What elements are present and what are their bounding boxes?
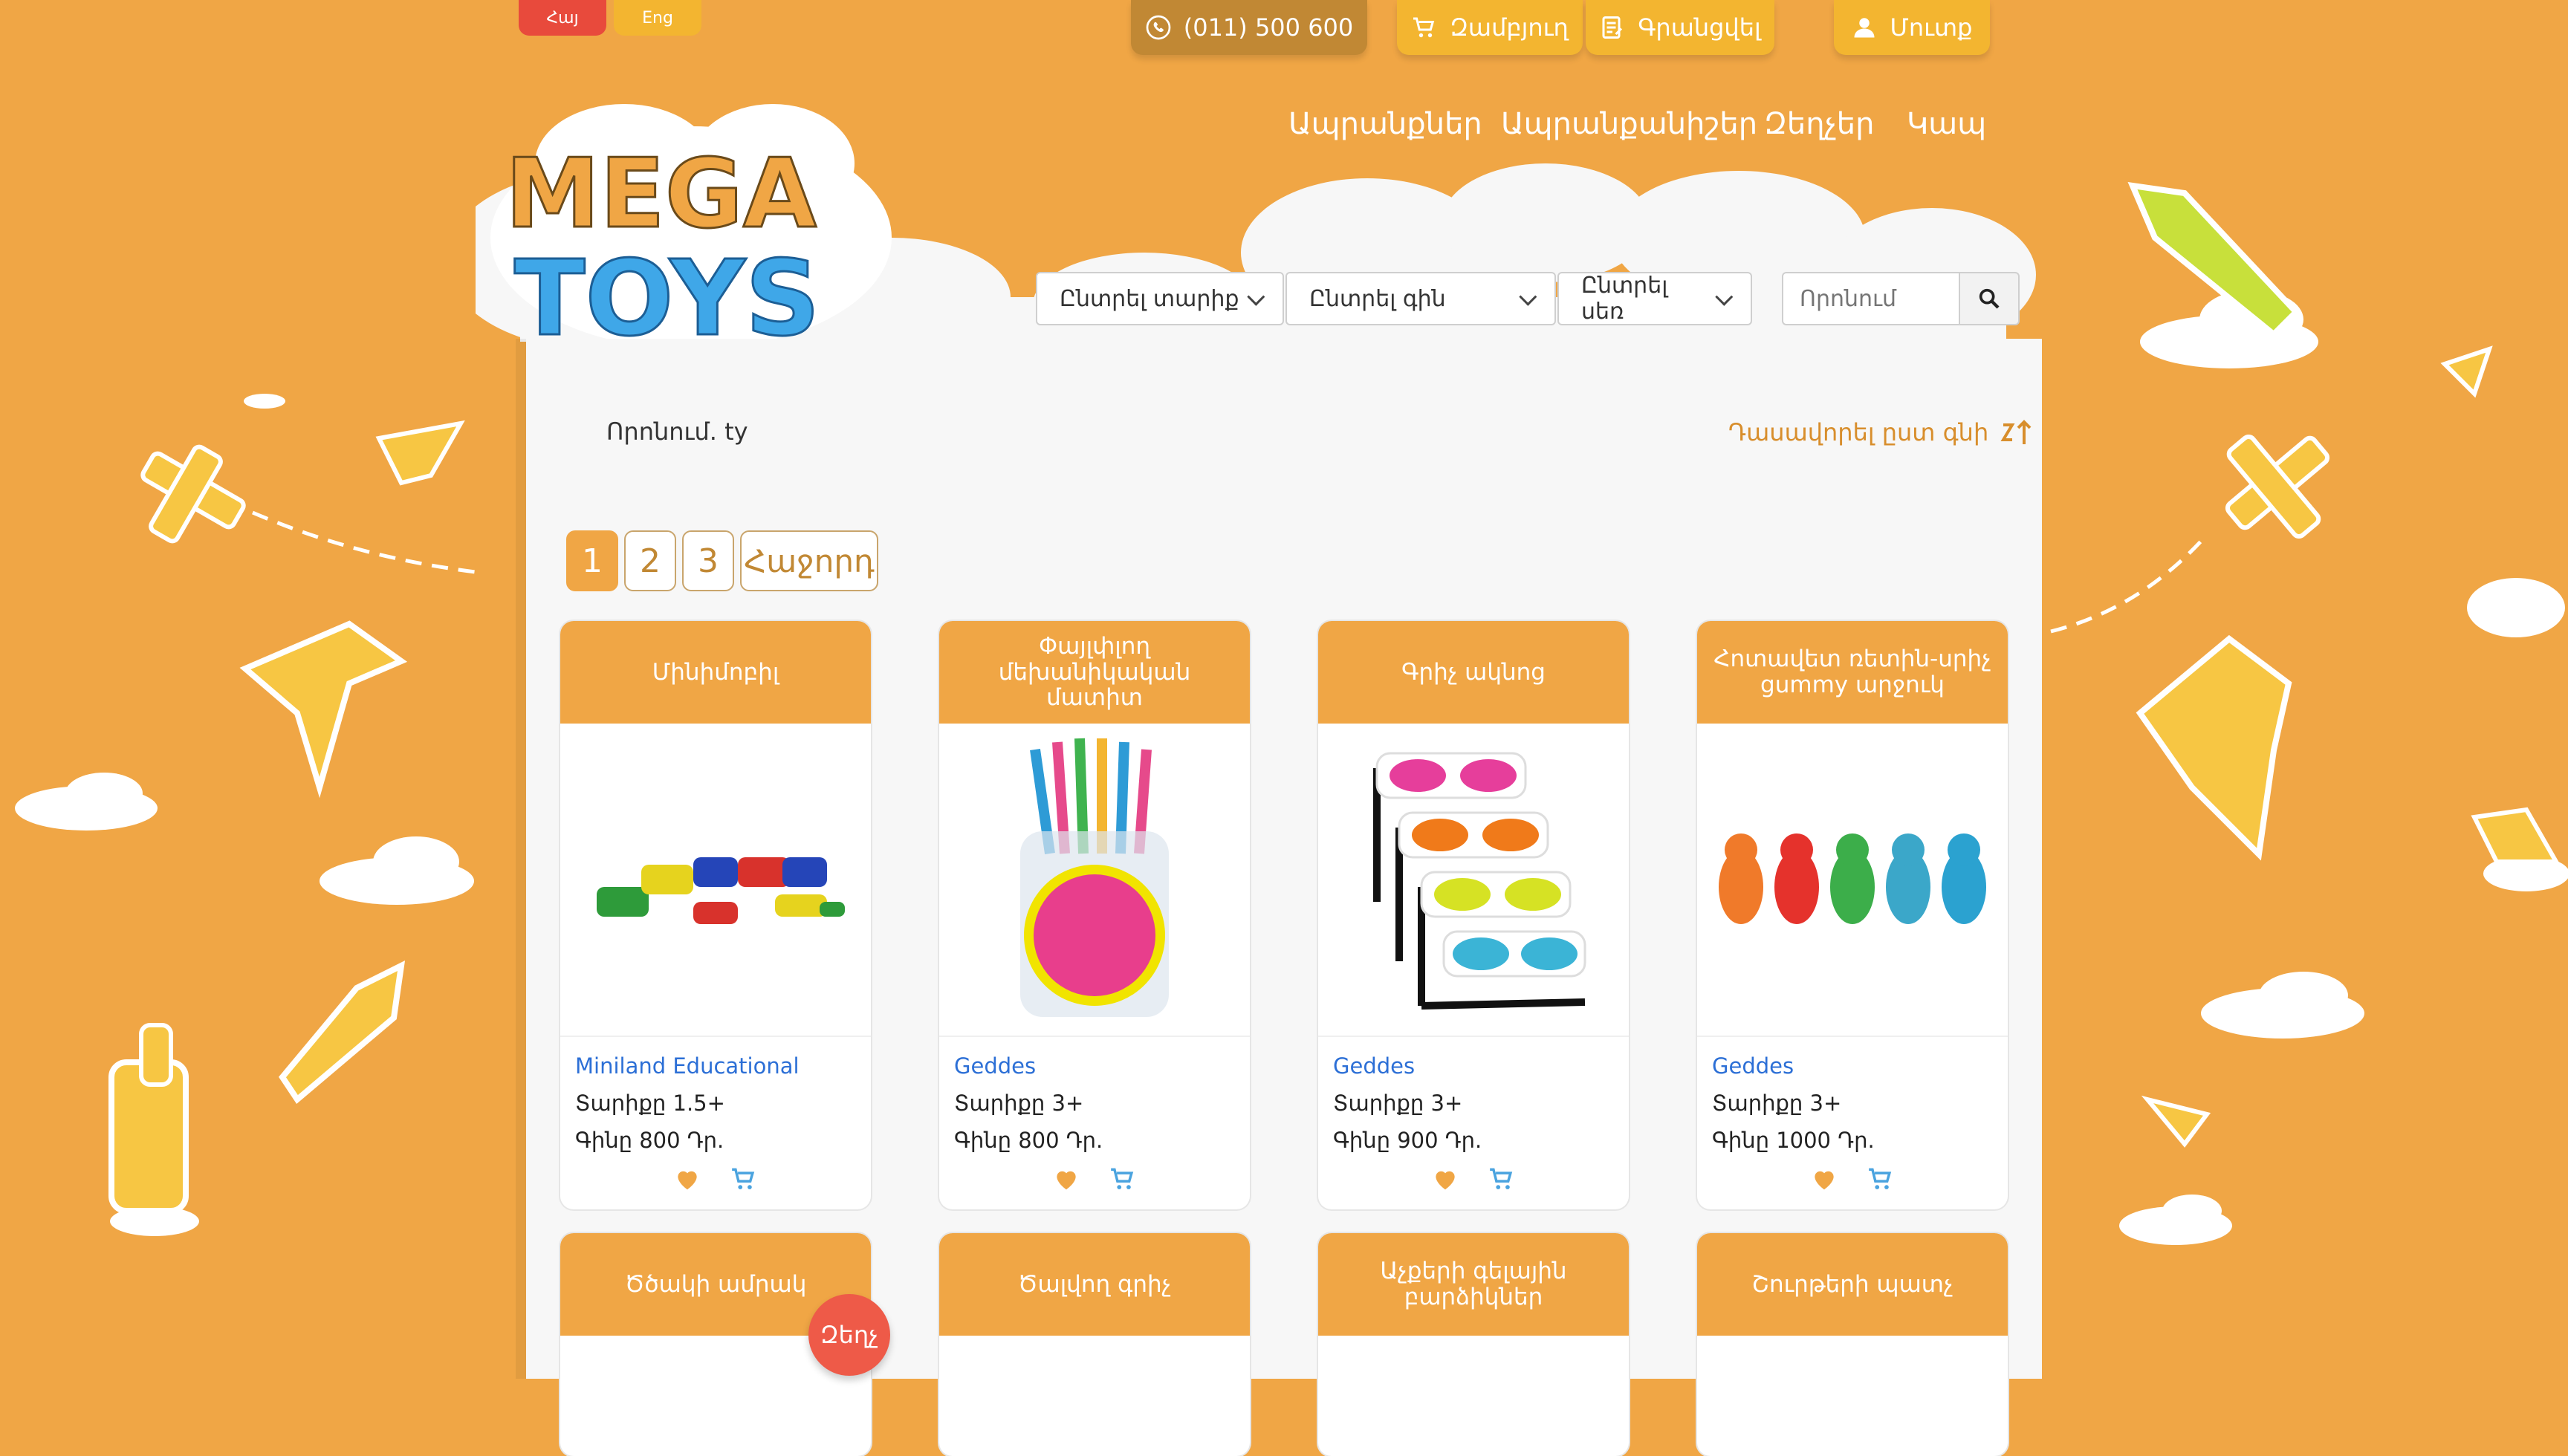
product-image-pencils[interactable] xyxy=(939,724,1250,1037)
heart-icon[interactable] xyxy=(1431,1165,1459,1193)
add-to-cart-icon[interactable] xyxy=(1867,1165,1895,1193)
phone-button[interactable]: (011) 500 600 xyxy=(1131,0,1367,55)
nav-discounts[interactable]: Զեղչեր xyxy=(1764,107,1874,147)
login-label: Մուտք xyxy=(1890,13,1973,42)
age-select[interactable]: Ընտրել տարիք xyxy=(1036,272,1284,325)
cart-button[interactable]: Զամբյուղ xyxy=(1397,0,1583,55)
product-title[interactable]: Գրիչ ակնոց xyxy=(1318,621,1629,724)
user-icon xyxy=(1854,18,1875,38)
product-card[interactable]: Փայլփլող մեխանիկական մատիտ Geddes Տարիքը… xyxy=(939,621,1250,1209)
gummy-bears-illustration xyxy=(1719,833,1986,924)
heart-icon[interactable] xyxy=(1810,1165,1838,1193)
lang-hy-button[interactable]: Հայ xyxy=(519,0,606,36)
add-to-cart-icon[interactable] xyxy=(1488,1165,1516,1193)
lang-en-button[interactable]: Eng xyxy=(614,0,701,36)
phone-number: (011) 500 600 xyxy=(1183,13,1354,42)
add-to-cart-icon[interactable] xyxy=(730,1165,758,1193)
product-price: Գինը 900 Դր. xyxy=(1333,1128,1482,1153)
chevron-down-icon xyxy=(1247,287,1265,306)
sort-label: Դասավորել ըստ գնի xyxy=(1728,418,1989,446)
toy-cars-illustration xyxy=(597,857,845,924)
sort-by-price-link[interactable]: Դասավորել ըստ գնի xyxy=(1728,417,2033,447)
product-title[interactable]: Մինիմոբիլ xyxy=(560,621,871,724)
pencil-tub-illustration xyxy=(1020,738,1169,1017)
product-image-glasses[interactable] xyxy=(1318,724,1629,1037)
product-brand-link[interactable]: Miniland Educational xyxy=(575,1053,856,1079)
add-to-cart-icon[interactable] xyxy=(1109,1165,1137,1193)
product-card[interactable]: Շուրթերի պատչ xyxy=(1697,1233,2008,1456)
nav-brands[interactable]: Ապրանքանիշեր xyxy=(1501,107,1757,147)
search-button[interactable] xyxy=(1959,272,2020,325)
search-icon xyxy=(1979,288,2000,309)
product-brand-link[interactable]: Geddes xyxy=(1333,1053,1614,1079)
page-1-button[interactable]: 1 xyxy=(566,530,618,591)
login-button[interactable]: Մուտք xyxy=(1834,0,1990,55)
product-card[interactable]: Մինիմոբիլ Miniland Educational Տարիքը 1.… xyxy=(560,621,871,1209)
price-select-value: Ընտրել գին xyxy=(1309,285,1446,312)
product-brand-link[interactable]: Geddes xyxy=(954,1053,1235,1079)
price-select[interactable]: Ընտրել գին xyxy=(1285,272,1556,325)
next-page-button[interactable]: Հաջորդ xyxy=(740,530,878,591)
product-price: Գինը 800 Դր. xyxy=(575,1128,724,1153)
megatoys-logo[interactable]: MEGA TOYS xyxy=(476,97,907,364)
product-title[interactable]: Շուրթերի պատչ xyxy=(1697,1233,2008,1336)
age-select-value: Ընտրել տարիք xyxy=(1060,285,1239,312)
product-age: Տարիքը 3+ xyxy=(954,1091,1084,1116)
chevron-down-icon xyxy=(1715,287,1734,306)
product-price: Գինը 800 Դր. xyxy=(954,1128,1103,1153)
chevron-down-icon xyxy=(1519,287,1537,306)
product-title[interactable]: Հոտավետ ռետին-սրիչ gummy արջուկ xyxy=(1697,621,2008,724)
product-card[interactable]: Գրիչ ակնոց Geddes Տարիքը 3+ Գինը 900 Դր. xyxy=(1318,621,1629,1209)
page-2-button[interactable]: 2 xyxy=(624,530,676,591)
search-input[interactable] xyxy=(1782,272,1959,325)
search-query-label: Որոնում. ty xyxy=(606,417,748,446)
discount-fab-button[interactable]: Զեղչ xyxy=(808,1294,890,1376)
product-age: Տարիքը 1.5+ xyxy=(575,1091,725,1116)
pen-glasses-illustration xyxy=(1373,752,1586,1010)
phone-icon xyxy=(1146,15,1171,40)
gender-select[interactable]: Ընտրել սեռ xyxy=(1557,272,1752,325)
product-price: Գինը 1000 Դր. xyxy=(1712,1128,1875,1153)
product-age: Տարիքը 3+ xyxy=(1712,1091,1842,1116)
register-label: Գրանցվել xyxy=(1638,13,1761,42)
product-age: Տարիքը 3+ xyxy=(1333,1091,1463,1116)
page-3-button[interactable]: 3 xyxy=(682,530,734,591)
heart-icon[interactable] xyxy=(1052,1165,1080,1193)
product-card[interactable]: Հոտավետ ռետին-սրիչ gummy արջուկ Geddes Տ… xyxy=(1697,621,2008,1209)
product-image-gummy-bears[interactable] xyxy=(1697,724,2008,1037)
register-icon xyxy=(1602,16,1623,39)
product-card[interactable]: Ծալվող գրիչ xyxy=(939,1233,1250,1456)
nav-contact[interactable]: Կապ xyxy=(1907,107,1986,147)
product-title[interactable]: Փայլփլող մեխանիկական մատիտ xyxy=(939,621,1250,724)
logo-text-mega: MEGA xyxy=(505,139,817,250)
product-card[interactable]: Աչքերի գելային բարձիկներ xyxy=(1318,1233,1629,1456)
nav-products[interactable]: Ապրանքներ xyxy=(1288,107,1482,147)
product-title[interactable]: Ծալվող գրիչ xyxy=(939,1233,1250,1336)
cart-icon xyxy=(1413,17,1435,38)
cart-label: Զամբյուղ xyxy=(1450,13,1569,42)
register-button[interactable]: Գրանցվել xyxy=(1586,0,1774,55)
product-title[interactable]: Աչքերի գելային բարձիկներ xyxy=(1318,1233,1629,1336)
sort-icon xyxy=(2000,420,2032,444)
product-brand-link[interactable]: Geddes xyxy=(1712,1053,1993,1079)
gender-select-value: Ընտրել սեռ xyxy=(1581,273,1668,325)
product-image-cars[interactable] xyxy=(560,724,871,1037)
heart-icon[interactable] xyxy=(673,1165,701,1193)
